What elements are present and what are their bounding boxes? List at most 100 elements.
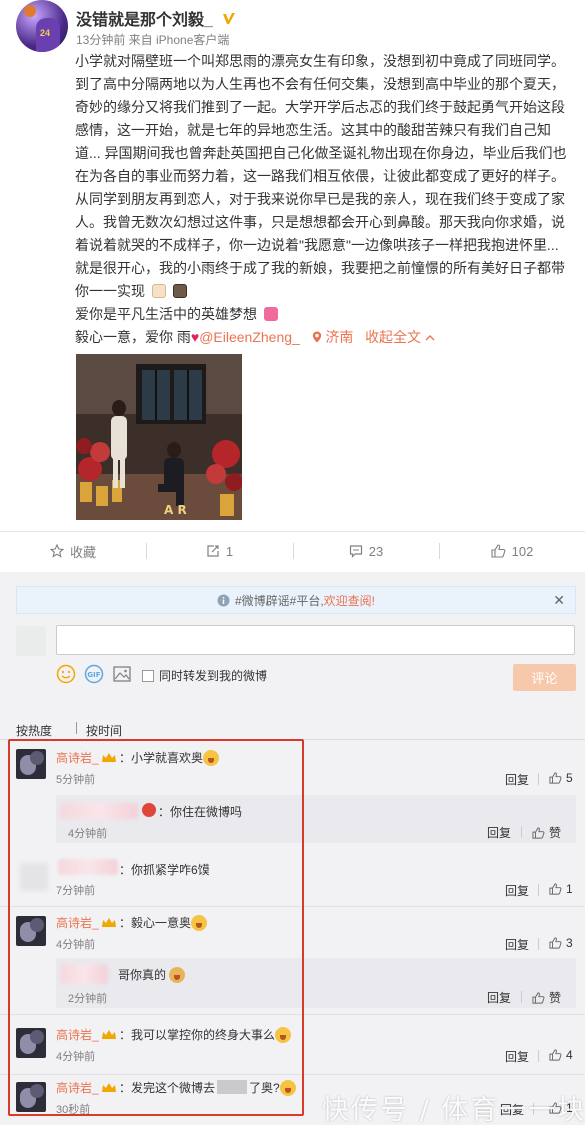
favorite-label[interactable]: 收藏 [70, 542, 96, 561]
reply-button[interactable]: 回复 [487, 824, 511, 841]
post-photo[interactable]: A R [76, 354, 242, 520]
sort-by-time-tab[interactable]: 按时间 [86, 722, 122, 739]
thumbs-up-icon [549, 937, 562, 949]
thumbs-up-icon [532, 826, 545, 839]
post-line: 在为各自的事业而努力着，这一路我们相互依偎，让彼此都变成了更好的样子。 [75, 168, 565, 184]
post-line: 着说着就哭的不成样子，你一边说着"我愿意"一边像哄孩子一样把我抱进怀里... [75, 237, 559, 253]
reply-button[interactable]: 回复 [487, 989, 511, 1006]
comment-like-count[interactable]: 赞 [549, 989, 561, 1006]
bride-emoji-icon [151, 284, 166, 298]
comment-button[interactable]: 23 [293, 533, 439, 569]
divider [76, 722, 77, 734]
collapse-link[interactable]: 收起全文 [357, 329, 435, 345]
reply-button[interactable]: 回复 [505, 1048, 529, 1065]
highlight-annotation-box [8, 739, 304, 1116]
repost-count[interactable]: 1 [226, 544, 233, 559]
divider [521, 826, 522, 838]
heart-letter-emoji-icon [263, 307, 278, 321]
chevron-up-icon [425, 335, 435, 341]
image-icon[interactable] [112, 664, 132, 684]
location-link[interactable]: 济南 [304, 329, 353, 345]
comment-like-count[interactable]: 1 [566, 882, 573, 896]
post-meta: 13分钟前 来自 iPhone客户端 [76, 33, 230, 47]
svg-text:GIF: GIF [87, 671, 100, 679]
comment-like-count[interactable]: 赞 [549, 824, 561, 841]
comment-icon [349, 545, 362, 558]
thumbs-up-icon [549, 772, 562, 784]
love-text: 爱你是平凡生活中的英雄梦想 [75, 306, 257, 322]
location-text[interactable]: 济南 [325, 329, 353, 345]
comment-like-button[interactable]: 4 [549, 1048, 573, 1062]
favorite-button[interactable]: 收藏 [0, 533, 146, 569]
close-icon[interactable]: ✕ [553, 592, 565, 609]
checkbox-box[interactable] [142, 669, 154, 682]
svg-text:A R: A R [164, 503, 187, 517]
comment-like-button[interactable]: 赞 [532, 824, 561, 841]
post-line: 奇妙的缘分又将我们推到了一起。大学开学后忐忑的我们终于鼓起勇气开始这段 [75, 99, 565, 115]
reply-button[interactable]: 回复 [505, 771, 529, 788]
post-body: 小学就对隔壁班一个叫郑思雨的漂亮女生有印象，没想到初中竟成了同班同学。 到了高中… [75, 50, 575, 349]
comment-input[interactable] [56, 625, 575, 655]
divider [0, 531, 585, 532]
star-icon [49, 544, 64, 558]
proposal-photo: A R [76, 354, 242, 520]
groom-emoji-icon [172, 284, 187, 298]
post-line: 人。我曾无数次幻想过这件事，只是想想都会开心到鼻酸。那天我向你求婚，说 [75, 214, 565, 230]
repost-icon [207, 545, 219, 557]
location-pin-icon [312, 331, 321, 343]
red-heart-icon: ♥ [190, 329, 200, 345]
comment-count[interactable]: 23 [369, 544, 383, 559]
divider [538, 884, 539, 896]
submit-comment-button[interactable]: 评论 [513, 664, 576, 691]
comment-like-count[interactable]: 5 [566, 771, 573, 785]
collapse-text[interactable]: 收起全文 [365, 329, 421, 345]
divider [538, 938, 539, 950]
post-line: 小学就对隔壁班一个叫郑思雨的漂亮女生有印象，没想到初中竟成了同班同学。 [75, 53, 565, 69]
divider [538, 1050, 539, 1062]
thumbs-up-icon [491, 544, 506, 558]
repost-checkbox[interactable]: 同时转发到我的微博 [142, 667, 267, 684]
my-avatar [16, 626, 46, 656]
post-line: 道... 异国期间我也曾奔赴英国把自己化做圣诞礼物出现在你身边，毕业后我们也 [75, 145, 567, 161]
sort-by-hot-tab[interactable]: 按热度 [16, 722, 52, 739]
emoji-icon[interactable] [56, 664, 76, 684]
post-header: 24 没错就是那个刘毅_ 13分钟前 来自 iPhone客户端 [16, 0, 576, 52]
post-action-bar: 收藏 1 23 102 [0, 533, 585, 569]
post-line: 感情，这一开始，就是七年的异地恋生活。这其中的酸甜苦辣只有我们自己知 [75, 122, 551, 138]
post-line-love: 爱你是平凡生活中的英雄梦想 [75, 303, 575, 326]
notice-text: #微博辟谣#平台, [234, 593, 324, 608]
mention-link[interactable]: @EileenZheng_ [199, 329, 300, 345]
repost-button[interactable]: 1 [146, 533, 293, 569]
info-icon [217, 594, 230, 606]
comment-like-button[interactable]: 1 [549, 882, 573, 896]
verified-v-icon [223, 13, 236, 24]
repost-checkbox-label[interactable]: 同时转发到我的微博 [159, 667, 267, 684]
comment-like-count[interactable]: 3 [566, 936, 573, 950]
thumbs-up-icon [532, 991, 545, 1004]
rumor-notice-bar: #微博辟谣#平台, 欢迎查阅! ✕ [16, 586, 576, 614]
thumbs-up-icon [549, 1049, 562, 1061]
like-count[interactable]: 102 [512, 544, 534, 559]
post-line-text: 你一一实现 [75, 283, 145, 299]
gif-icon[interactable]: GIF [84, 664, 104, 684]
comment-like-button[interactable]: 赞 [532, 989, 561, 1006]
like-button[interactable]: 102 [439, 533, 585, 569]
post-line: 就是很开心，我的小雨终于成了我的新娘，我要把之前憧憬的所有美好日子都带 [75, 260, 565, 276]
divider [538, 773, 539, 785]
notice-link[interactable]: 欢迎查阅! [324, 592, 375, 609]
comment-like-button[interactable]: 5 [549, 771, 573, 785]
divider [521, 991, 522, 1003]
post-line-last: 你一一实现 [75, 280, 575, 303]
author-name-text[interactable]: 没错就是那个刘毅_ [76, 12, 213, 29]
comment-like-count[interactable]: 4 [566, 1048, 573, 1062]
basketball-icon [24, 5, 36, 17]
author-name[interactable]: 没错就是那个刘毅_ [76, 6, 237, 30]
comment-like-button[interactable]: 3 [549, 936, 573, 950]
reply-button[interactable]: 回复 [505, 936, 529, 953]
watermark: 快传号 / 体育一一块 [322, 1095, 585, 1125]
post-line: 从同学到朋友再到恋人，对于我来说你早已是我的亲人，现在我们终于变成了家 [75, 191, 565, 207]
author-avatar[interactable]: 24 [16, 0, 68, 52]
thumbs-up-icon [549, 883, 562, 895]
post-line: 到了高中分隔两地以为人生再也不会有任何交集，没想到高中毕业的那个夏天， [75, 76, 565, 92]
reply-button[interactable]: 回复 [505, 882, 529, 899]
